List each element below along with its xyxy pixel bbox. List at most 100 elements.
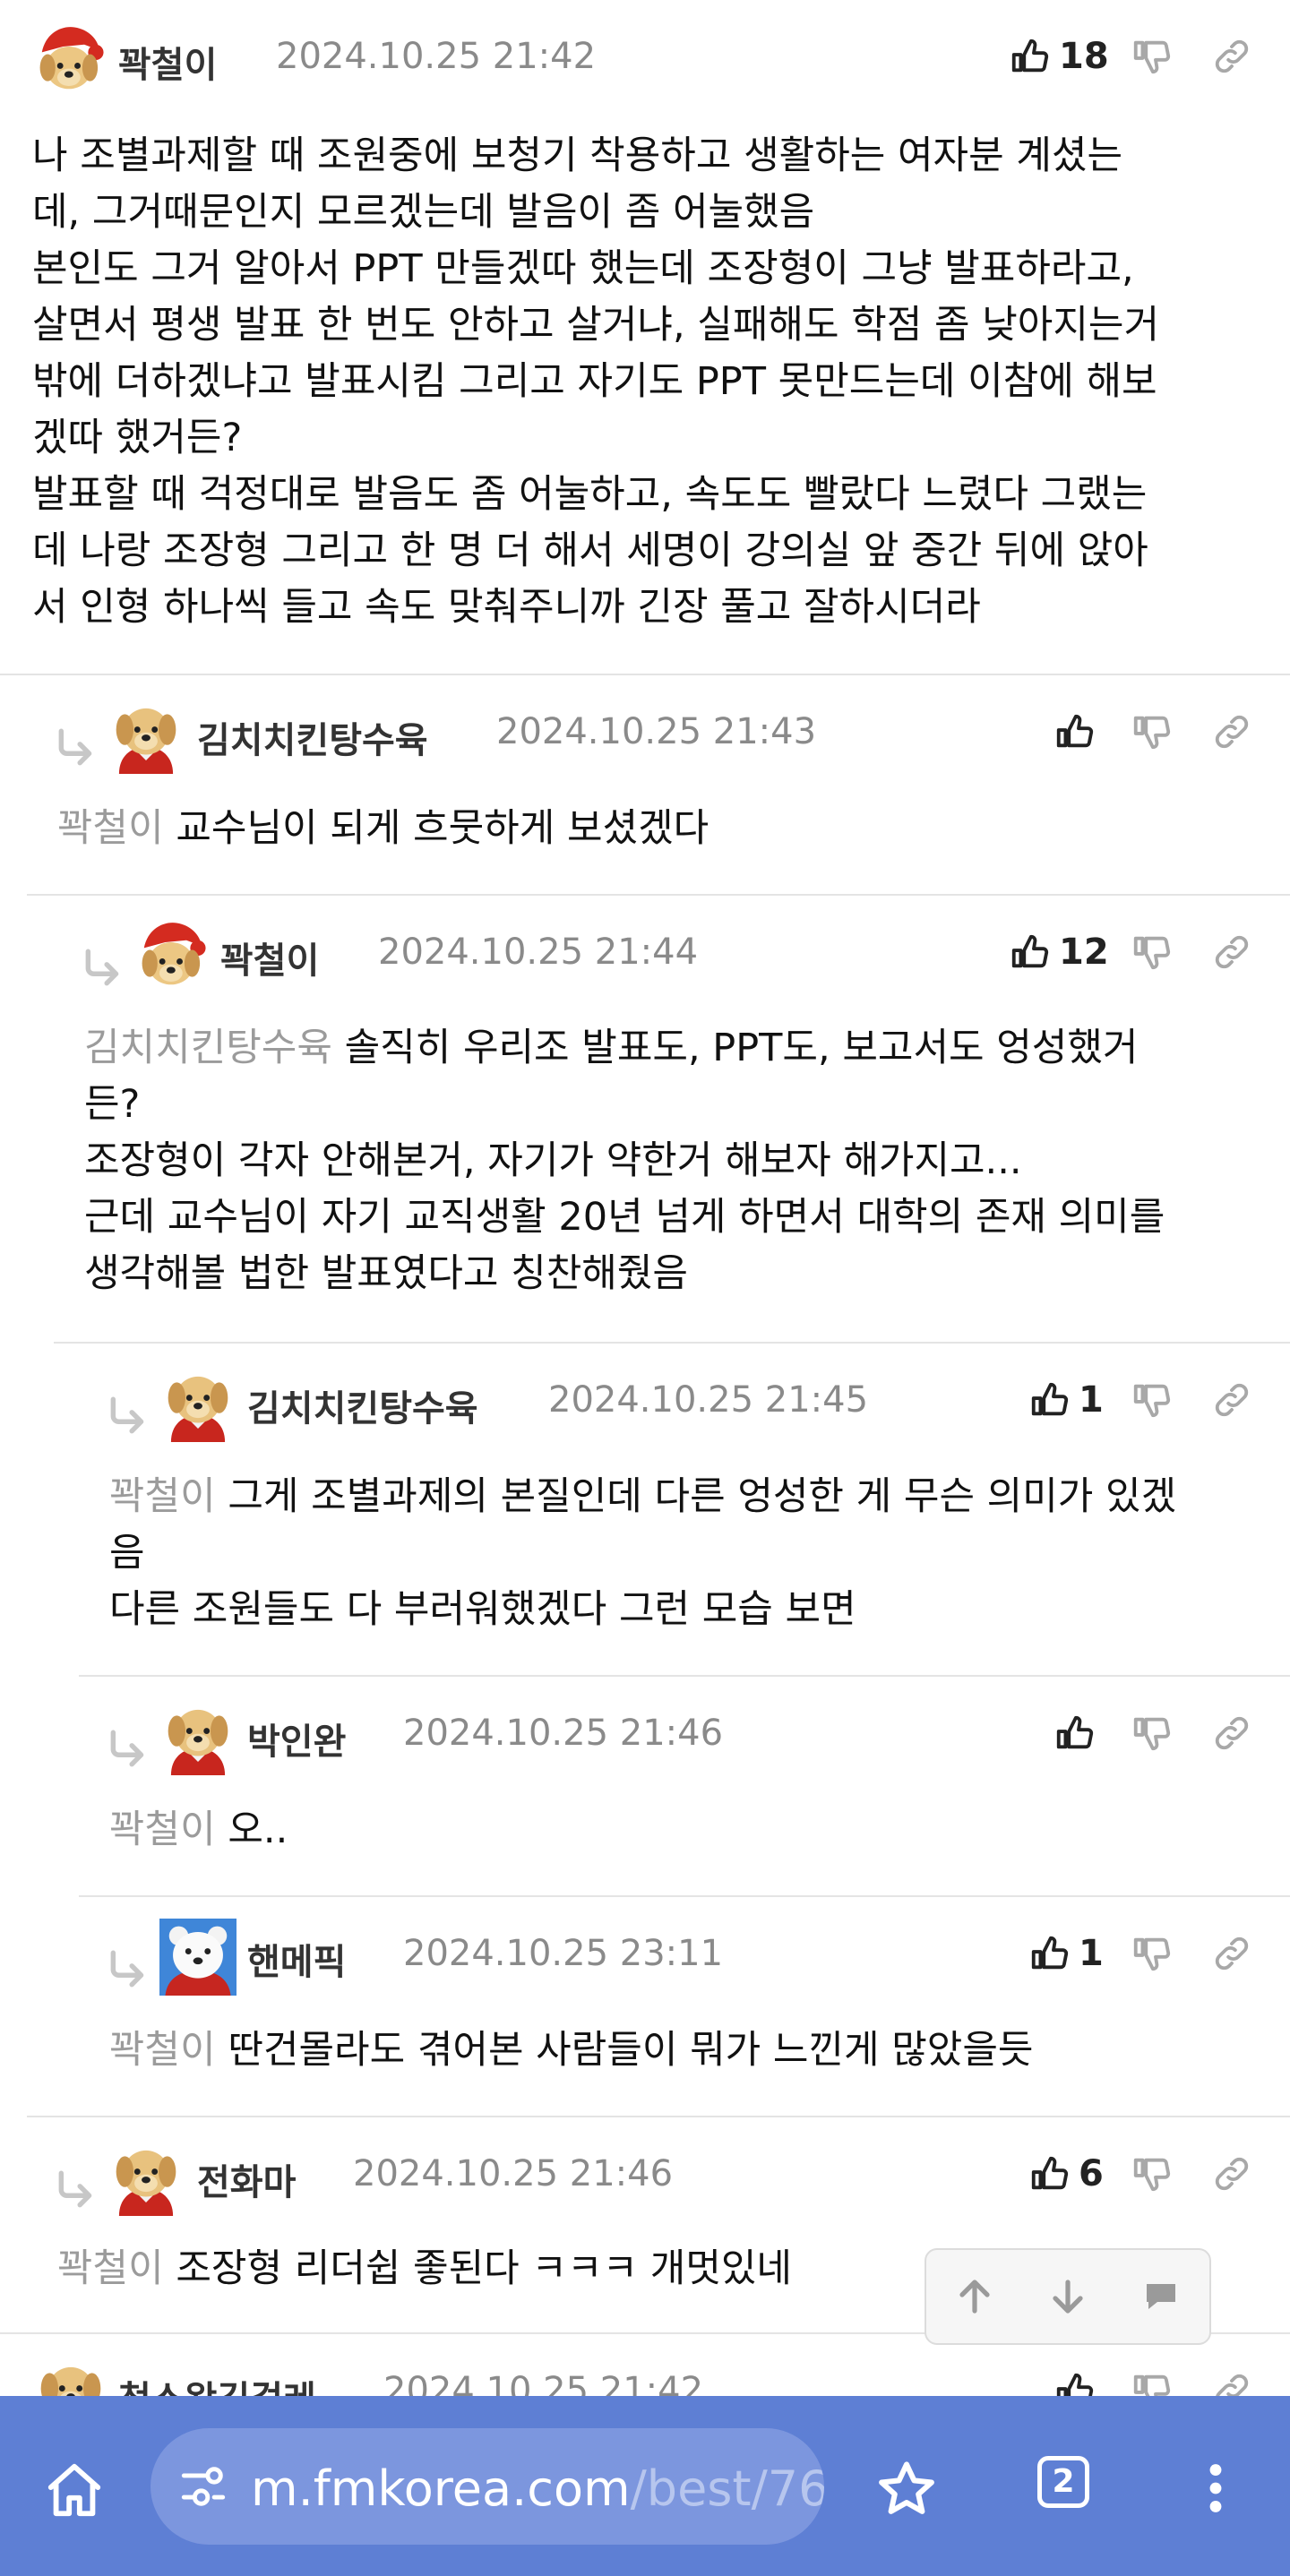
thumbs-down-icon[interactable] <box>1131 711 1172 752</box>
more-vertical-icon[interactable] <box>1184 2457 1247 2520</box>
avatar[interactable] <box>108 697 185 774</box>
link-icon[interactable] <box>1211 711 1252 752</box>
chat-bubble-icon[interactable] <box>1140 2275 1182 2318</box>
url-host: m.fmkorea.com <box>251 2460 631 2517</box>
comment-body: 김치치킨탕수육 솔직히 우리조 발표도, PPT도, 보고서도 엉성했거 든? … <box>84 1020 1260 1302</box>
avatar[interactable] <box>159 1365 236 1442</box>
comment-line: 나 조별과제할 때 조원중에 보청기 착용하고 생활하는 여자분 계셨는 <box>32 133 1123 178</box>
browser-bottom-bar: m.fmkorea.com/best/76 2 <box>0 2396 1290 2576</box>
comment-timestamp: 2024.10.25 21:44 <box>378 932 699 973</box>
comment-timestamp: 2024.10.25 21:45 <box>548 1379 869 1421</box>
avatar[interactable] <box>134 917 211 994</box>
thumbs-down-icon[interactable] <box>1131 932 1172 973</box>
link-icon[interactable] <box>1211 1379 1252 1421</box>
comment-line: 꽉철이 교수님이 되게 흐뭇하게 보셨겠다 <box>57 806 710 851</box>
thumbs-up-icon[interactable] <box>1028 2153 1070 2194</box>
like-count: 1 <box>1079 1379 1104 1421</box>
thumbs-up-icon[interactable] <box>1054 1713 1095 1754</box>
reply-arrow-icon <box>106 1727 150 1772</box>
comment-username[interactable]: 박인완 <box>247 1713 346 1765</box>
comment-line: 조장형이 각자 안해본거, 자기가 약한거 해보자 해가지고... <box>84 1138 1022 1183</box>
link-icon[interactable] <box>1211 932 1252 973</box>
address-bar[interactable]: m.fmkorea.com/best/76 <box>150 2428 824 2545</box>
reply-arrow-icon <box>54 726 99 770</box>
reply-arrow-icon <box>106 1947 150 1992</box>
mention[interactable]: 꽉철이 <box>109 1807 216 1852</box>
mention[interactable]: 꽉철이 <box>57 806 164 851</box>
comment-line: 음 <box>109 1531 145 1576</box>
arrow-down-icon[interactable] <box>1046 2275 1089 2318</box>
comment-username[interactable]: 김치치킨탕수육 <box>247 1379 478 1431</box>
comment-username[interactable]: 전화마 <box>197 2153 296 2205</box>
comment-line: 생각해볼 법한 발표였다고 칭찬해줬음 <box>84 1251 688 1296</box>
thumbs-up-icon[interactable] <box>1028 1933 1070 1974</box>
link-icon[interactable] <box>1211 2153 1252 2194</box>
avatar[interactable] <box>32 21 109 99</box>
star-icon[interactable] <box>874 2457 939 2521</box>
thumbs-down-icon[interactable] <box>1131 36 1172 77</box>
thumbs-down-icon[interactable] <box>1131 1713 1172 1754</box>
arrow-up-icon[interactable] <box>953 2275 996 2318</box>
comment-line: 꽉철이 딴건몰라도 겪어본 사람들이 뭐가 느낀게 많았을듯 <box>109 2028 1034 2073</box>
like-count: 6 <box>1079 2153 1104 2194</box>
comment-header: 김치치킨탕수육 2024.10.25 21:43 <box>27 695 1290 776</box>
comment-timestamp: 2024.10.25 21:43 <box>496 711 817 752</box>
link-icon[interactable] <box>1211 1713 1252 1754</box>
mention[interactable]: 김치치킨탕수육 <box>84 1026 332 1070</box>
mention[interactable]: 꽉철이 <box>109 1474 216 1519</box>
comment-header: 김치치킨탕수육 2024.10.25 21:45 1 <box>79 1363 1290 1444</box>
like-count: 1 <box>1079 1933 1104 1974</box>
mention[interactable]: 꽉철이 <box>109 2028 216 2073</box>
thumbs-up-icon[interactable] <box>1054 2370 1095 2396</box>
comment-header: 청소왕김걸레 2024.10.25 21:42 <box>0 2354 1290 2396</box>
thumbs-up-icon[interactable] <box>1009 36 1050 77</box>
comment-username[interactable]: 김치치킨탕수육 <box>197 711 428 763</box>
floating-nav <box>924 2248 1211 2345</box>
comment-username[interactable]: 핸메픽 <box>247 1933 346 1985</box>
tab-count-button[interactable]: 2 <box>1037 2456 1089 2508</box>
comment-line: 꽉철이 오.. <box>109 1807 288 1852</box>
comment-username[interactable]: 꽉철이 <box>118 36 217 88</box>
avatar[interactable] <box>159 1919 236 1996</box>
tune-icon[interactable] <box>177 2460 229 2512</box>
reply-arrow-icon <box>54 2168 99 2212</box>
url-path: /best/76 <box>630 2460 824 2517</box>
comment-line: 밖에 더하겠냐고 발표시킴 그리고 자기도 PPT 못만드는데 이참에 해보 <box>32 359 1157 404</box>
comment-line: 김치치킨탕수육 솔직히 우리조 발표도, PPT도, 보고서도 엉성했거 <box>84 1026 1139 1070</box>
like-count: 18 <box>1059 36 1109 77</box>
comment-line: 발표할 때 걱정대로 발음도 좀 어눌하고, 속도도 빨랐다 느렸다 그랬는 <box>32 472 1148 517</box>
comment-item: 꽉철이 2024.10.25 21:42 18 나 조별과제할 때 조원중에 보… <box>0 0 1290 674</box>
comment-header: 박인완 2024.10.25 21:46 <box>79 1696 1290 1777</box>
home-icon[interactable] <box>43 2459 106 2521</box>
link-icon[interactable] <box>1211 36 1252 77</box>
comment-item: 김치치킨탕수육 2024.10.25 21:43 꽉철이 교수님이 되게 흐뭇하… <box>27 675 1290 894</box>
comment-line: 근데 교수님이 자기 교직생활 20년 넘게 하면서 대학의 존재 의미를 <box>84 1195 1165 1240</box>
avatar[interactable] <box>159 1698 236 1775</box>
avatar[interactable] <box>108 2139 185 2216</box>
thumbs-up-icon[interactable] <box>1009 932 1050 973</box>
thumbs-down-icon[interactable] <box>1131 1933 1172 1974</box>
link-icon[interactable] <box>1211 2370 1252 2396</box>
comment-item: 박인완 2024.10.25 21:46 꽉철이 오.. <box>79 1677 1290 1895</box>
comment-line: 살면서 평생 발표 한 번도 안하고 살거냐, 실패해도 학점 좀 낮아지는거 <box>32 303 1160 348</box>
comment-line: 다른 조원들도 다 부러워했겠다 그런 모습 보면 <box>109 1587 856 1632</box>
comment-timestamp: 2024.10.25 21:42 <box>276 36 597 77</box>
comment-timestamp: 2024.10.25 21:42 <box>383 2370 704 2396</box>
comment-username[interactable]: 꽉철이 <box>220 932 319 983</box>
thumbs-down-icon[interactable] <box>1131 2153 1172 2194</box>
thumbs-down-icon[interactable] <box>1131 2370 1172 2396</box>
comment-body: 꽉철이 교수님이 되게 흐뭇하게 보셨겠다 <box>57 801 1260 857</box>
comment-body: 꽉철이 그게 조별과제의 본질인데 다른 엉성한 게 무슨 의미가 있겠 음 다… <box>109 1469 1260 1638</box>
avatar[interactable] <box>32 2356 109 2396</box>
comment-timestamp: 2024.10.25 21:46 <box>403 1713 724 1754</box>
comment-line: 데 나랑 조장형 그리고 한 명 더 해서 세명이 강의실 앞 중간 뒤에 앉아 <box>32 528 1148 573</box>
comment-username[interactable]: 청소왕김걸레 <box>118 2370 316 2396</box>
url-text[interactable]: m.fmkorea.com/best/76 <box>251 2460 824 2517</box>
thumbs-up-icon[interactable] <box>1028 1379 1070 1421</box>
thumbs-up-icon[interactable] <box>1054 711 1095 752</box>
comment-line: 서 인형 하나씩 들고 속도 맞춰주니까 긴장 풀고 잘하시더라 <box>32 585 981 630</box>
link-icon[interactable] <box>1211 1933 1252 1974</box>
mention[interactable]: 꽉철이 <box>57 2246 164 2291</box>
thumbs-down-icon[interactable] <box>1131 1379 1172 1421</box>
comment-line: 데, 그거때문인지 모르겠는데 발음이 좀 어눌했음 <box>32 190 815 235</box>
